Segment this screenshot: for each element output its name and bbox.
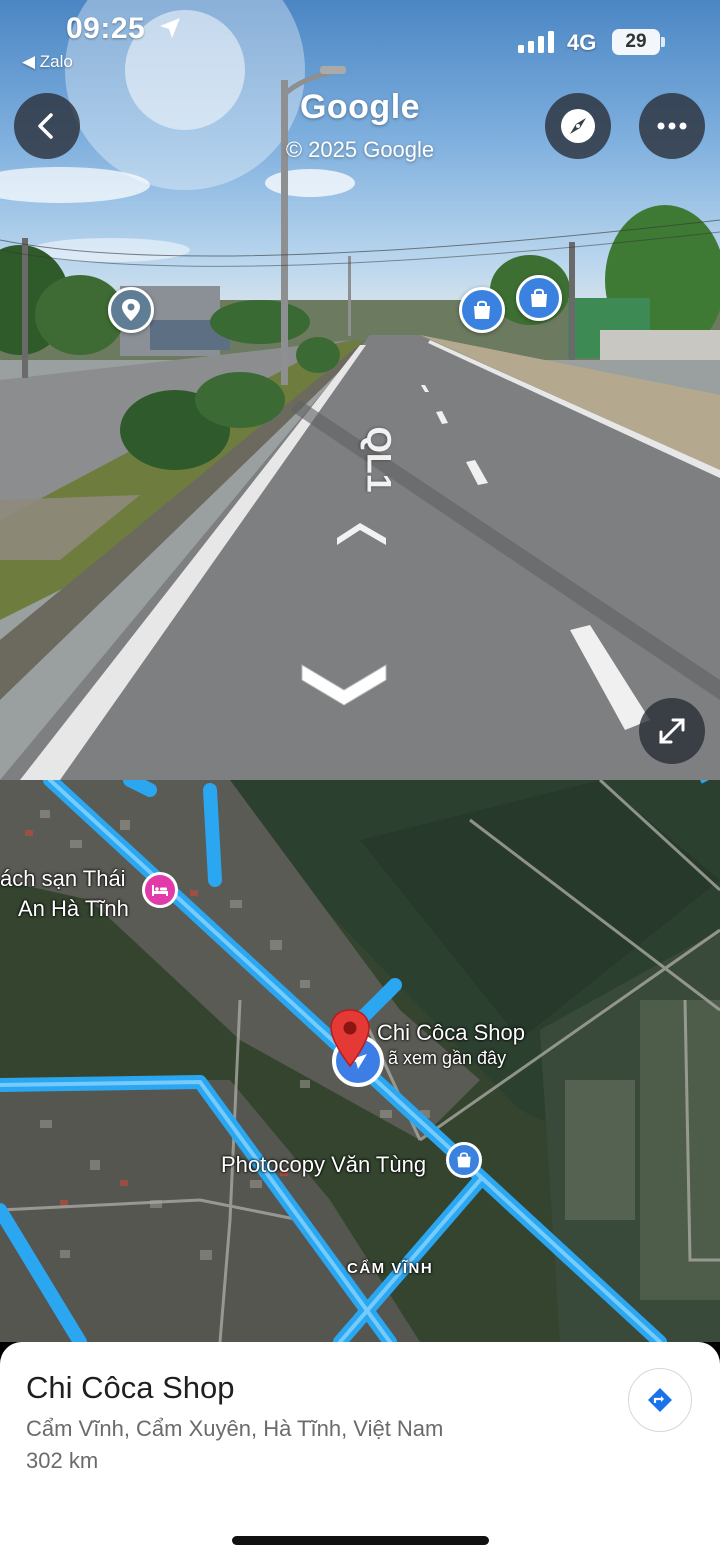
directions-icon [648,1388,672,1412]
photocopy-map-label: Photocopy Văn Tùng [221,1152,427,1177]
street-view-shop-pin[interactable] [459,287,505,333]
network-type: 4G [567,30,597,55]
expand-button[interactable] [639,698,705,764]
signal-bars-icon [518,31,554,53]
bed-icon [152,885,168,896]
street-view-panorama[interactable]: QL1 09:25 ◀ Zalo 4G 29 Google © 2025 Goo… [0,0,720,780]
compass-icon [561,109,595,143]
location-arrow-icon [160,18,180,38]
road-name-label: QL1 [359,426,398,493]
home-indicator[interactable] [232,1536,489,1545]
shop-map-label: Chi Côca Shop [377,1020,525,1045]
battery-level: 29 [612,29,660,55]
directions-button[interactable] [628,1368,692,1432]
street-view-location-pin[interactable] [108,287,154,333]
compass-button[interactable] [545,93,611,159]
recently-viewed-label: ã xem gần đây [388,1048,507,1068]
shopping-bag-icon [474,300,490,319]
photocopy-poi-marker[interactable] [446,1142,482,1178]
back-to-app-link[interactable]: ◀ Zalo [22,52,73,72]
area-label: CẨM VĨNH [347,1260,434,1277]
expand-icon [659,718,685,744]
hotel-label-line1: ách sạn Thái [0,866,126,891]
shopping-bag-icon [531,288,547,307]
google-logo: Google [299,88,421,126]
selected-place-pin[interactable] [328,1008,372,1068]
satellite-map[interactable]: ách sạn Thái An Hà Tĩnh Chi Côca Shop ã … [0,780,720,1342]
location-pin-icon [122,299,140,321]
place-info-sheet[interactable]: Chi Côca Shop Cẩm Vĩnh, Cẩm Xuyên, Hà Tĩ… [0,1342,720,1557]
shopping-bag-icon [457,1152,471,1168]
copyright-text: © 2025 Google [285,137,435,162]
more-options-button[interactable] [639,93,705,159]
status-time: 09:25 [66,12,146,45]
hotel-poi-marker[interactable] [142,872,178,908]
hotel-label-line2: An Hà Tĩnh [18,896,129,921]
place-address: Cẩm Vĩnh, Cẩm Xuyên, Hà Tĩnh, Việt Nam [26,1416,444,1441]
back-button[interactable] [14,93,80,159]
battery-tip [661,37,665,47]
street-view-shop-pin[interactable] [516,275,562,321]
place-distance: 302 km [26,1448,99,1473]
back-arrow-icon [38,113,53,139]
place-title: Chi Côca Shop [26,1370,235,1405]
more-icon [657,122,687,130]
